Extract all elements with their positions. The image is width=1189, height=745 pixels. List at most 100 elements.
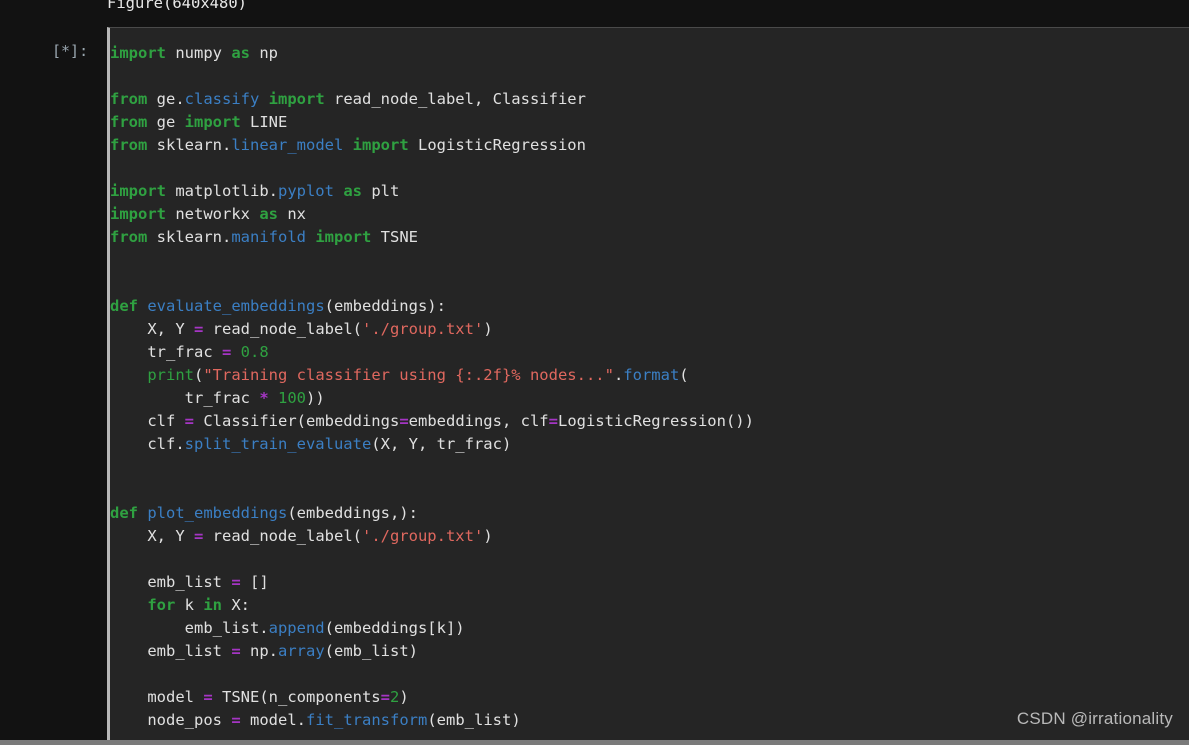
code-line: node_pos = model.fit_transform(emb_list) xyxy=(110,709,754,732)
code-token: import xyxy=(268,90,325,108)
code-token: linear_model xyxy=(231,136,344,154)
code-token: = xyxy=(184,412,194,430)
code-token: 100 xyxy=(278,389,306,407)
code-token: import xyxy=(352,136,409,154)
code-token: for xyxy=(147,596,176,614)
code-token: append xyxy=(268,619,325,637)
code-token: evaluate_embeddings xyxy=(147,297,325,315)
code-token: emb_list. xyxy=(110,619,269,637)
code-token: X, Y xyxy=(110,527,194,545)
code-token: (embeddings[k]) xyxy=(324,619,465,637)
code-line: from ge import LINE xyxy=(110,111,754,134)
code-token: = xyxy=(399,412,409,430)
code-token: = xyxy=(203,688,213,706)
code-token: = xyxy=(194,320,204,338)
code-token: (X, Y, tr_frac) xyxy=(371,435,512,453)
code-token: ( xyxy=(679,366,689,384)
code-token: import xyxy=(110,205,166,223)
code-token: np xyxy=(250,44,278,62)
code-token: as xyxy=(343,182,362,200)
code-token: networkx xyxy=(166,205,260,223)
code-token: tr_frac xyxy=(110,389,260,407)
code-token: in xyxy=(203,596,222,614)
code-token: TSNE xyxy=(371,228,418,246)
code-token: LINE xyxy=(240,113,288,131)
code-token: sklearn. xyxy=(147,228,232,246)
code-token: = xyxy=(231,711,241,729)
code-token: plot_embeddings xyxy=(147,504,288,522)
code-token: def xyxy=(110,504,138,522)
code-token: X, Y xyxy=(110,320,194,338)
code-token: "Training classifier using {:.2f}% nodes… xyxy=(203,366,614,384)
code-token: plt xyxy=(362,182,400,200)
code-token: from xyxy=(110,90,148,108)
code-line: emb_list = np.array(emb_list) xyxy=(110,640,754,663)
code-token: 2 xyxy=(390,688,400,706)
code-token: Classifier(embeddings xyxy=(194,412,400,430)
code-token: array xyxy=(278,642,325,660)
code-token: read_node_label, Classifier xyxy=(324,90,586,108)
code-token: X: xyxy=(222,596,250,614)
code-token: emb_list xyxy=(110,642,232,660)
code-token: LogisticRegression xyxy=(408,136,586,154)
code-editor-area[interactable]: import numpy as np from ge.classify impo… xyxy=(107,27,1189,745)
code-token: fit_transform xyxy=(306,711,428,729)
code-line: def evaluate_embeddings(embeddings): xyxy=(110,295,754,318)
cell-execution-prompt: [*]: xyxy=(52,42,89,60)
code-token: classify xyxy=(184,90,260,108)
code-token: ( xyxy=(194,366,204,384)
previous-cell-output: Figure(640x480) xyxy=(0,0,1189,26)
code-token: format xyxy=(623,366,680,384)
code-token: = xyxy=(548,412,558,430)
code-token: 0.8 xyxy=(240,343,269,361)
code-line: import matplotlib.pyplot as plt xyxy=(110,180,754,203)
code-token: np. xyxy=(240,642,278,660)
code-source[interactable]: import numpy as np from ge.classify impo… xyxy=(110,42,754,732)
code-token: tr_frac xyxy=(110,343,222,361)
code-token: './group.txt' xyxy=(361,527,484,545)
code-line: tr_frac * 100)) xyxy=(110,387,754,410)
code-line: from sklearn.manifold import TSNE xyxy=(110,226,754,249)
code-token: ) xyxy=(399,688,409,706)
code-token: [] xyxy=(240,573,269,591)
code-token: read_node_label( xyxy=(203,320,362,338)
code-line: emb_list = [] xyxy=(110,571,754,594)
code-token: node_pos xyxy=(110,711,232,729)
code-line: from sklearn.linear_model import Logisti… xyxy=(110,134,754,157)
code-token: (embeddings,): xyxy=(287,504,418,522)
code-token: def xyxy=(110,297,138,315)
code-token: numpy xyxy=(166,44,232,62)
notebook-page: Figure(640x480) [*]: import numpy as np … xyxy=(0,0,1189,745)
code-line: import numpy as np xyxy=(110,42,754,65)
code-cell[interactable]: [*]: import numpy as np from ge.classify… xyxy=(0,27,1189,745)
code-line: def plot_embeddings(embeddings,): xyxy=(110,502,754,525)
code-token: (emb_list) xyxy=(427,711,521,729)
code-token: model xyxy=(110,688,204,706)
code-line: for k in X: xyxy=(110,594,754,617)
bottom-edge-strip xyxy=(0,740,1189,745)
code-token: = xyxy=(231,573,241,591)
code-token: * xyxy=(259,389,269,407)
code-line: import networkx as nx xyxy=(110,203,754,226)
code-token: )) xyxy=(306,389,325,407)
code-token: = xyxy=(221,343,232,361)
code-line: from ge.classify import read_node_label,… xyxy=(110,88,754,111)
output-figure-text: Figure(640x480) xyxy=(107,0,247,12)
code-token: manifold xyxy=(231,228,306,246)
code-line: print("Training classifier using {:.2f}%… xyxy=(110,364,754,387)
code-line: emb_list.append(embeddings[k]) xyxy=(110,617,754,640)
code-line: tr_frac = 0.8 xyxy=(110,341,754,364)
